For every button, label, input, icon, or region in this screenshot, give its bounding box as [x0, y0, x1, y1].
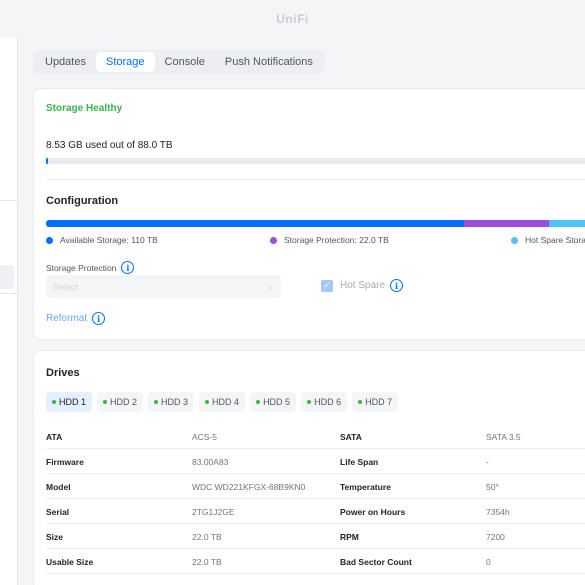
drive-tab-hdd-3[interactable]: HDD 3	[148, 392, 195, 412]
tab-console[interactable]: Console	[155, 52, 215, 72]
sidebar-divider	[0, 200, 18, 201]
legend-available-storage: Available Storage: 110 TB	[46, 235, 158, 245]
hot-spare-checkbox[interactable]: ✓	[321, 279, 333, 292]
info-icon[interactable]: i	[92, 312, 106, 325]
drive-detail-row: Serial 2TG1J2GE Power on Hours 7354h	[46, 499, 585, 524]
detail-key: ATA	[46, 432, 63, 442]
segment-available-storage	[46, 220, 464, 227]
drive-tab-label: HDD 3	[161, 397, 189, 407]
drive-tab-label: HDD 7	[365, 397, 393, 407]
status-dot-icon	[154, 400, 159, 404]
legend-dot-icon	[270, 236, 277, 244]
drive-tab-label: HDD 1	[59, 397, 87, 407]
detail-key: Life Span	[340, 457, 379, 467]
detail-value: -	[486, 457, 489, 467]
configuration-title: Configuration	[46, 195, 119, 207]
reformat-link: Reformat i	[46, 312, 106, 325]
brand-logo: UniFi	[276, 12, 309, 26]
storage-usage-fill	[46, 158, 48, 164]
sidebar-item-active[interactable]	[0, 265, 14, 289]
hot-spare-option: ✓ Hot Spare i	[321, 279, 404, 292]
detail-value: 0	[486, 557, 491, 567]
storage-usage-bar	[46, 158, 585, 164]
info-icon[interactable]: i	[121, 261, 135, 274]
legend-dot-icon	[511, 236, 518, 244]
drive-tab-label: HDD 5	[263, 397, 291, 407]
drive-tab-label: HDD 4	[212, 397, 240, 407]
legend-storage-protection: Storage Protection: 22.0 TB	[270, 235, 389, 245]
field-label: Storage Protection	[46, 262, 117, 273]
detail-key: SATA	[340, 432, 362, 442]
segment-hot-spare	[549, 220, 585, 227]
detail-value: WDC WD221KFGX-68B9KN0	[192, 482, 306, 492]
detail-value: 22.0 TB	[192, 532, 222, 542]
drive-tab-hdd-1[interactable]: HDD 1	[46, 392, 93, 412]
segment-storage-protection	[464, 220, 550, 227]
drive-tab-hdd-6[interactable]: HDD 6	[301, 392, 348, 412]
hot-spare-label: Hot Spare	[340, 280, 386, 291]
detail-key: Serial	[46, 507, 70, 517]
top-bar: UniFi	[0, 0, 585, 38]
status-dot-icon	[358, 400, 363, 404]
status-dot-icon	[52, 400, 56, 404]
detail-key: RPM	[340, 532, 359, 542]
tab-push-notifications[interactable]: Push Notifications	[215, 52, 323, 72]
detail-key: Firmware	[46, 457, 84, 467]
drive-detail-row: Size 22.0 TB RPM 7200	[46, 524, 585, 549]
detail-value: 7200	[486, 532, 505, 542]
detail-key: Model	[46, 482, 71, 492]
drive-tab-hdd-7[interactable]: HDD 7	[352, 392, 399, 412]
drive-tab-label: HDD 6	[314, 397, 342, 407]
sidebar-divider	[0, 293, 18, 294]
detail-value: ACS-5	[192, 432, 218, 442]
detail-value: 22.0 TB	[192, 557, 222, 567]
tab-updates[interactable]: Updates	[35, 52, 96, 72]
storage-card: Storage Healthy 8.53 GB used out of 88.0…	[33, 88, 585, 340]
divider	[46, 179, 585, 180]
drives-card: Drives HDD 1 HDD 2 HDD 3 HDD 4 HDD 5 HDD…	[33, 350, 585, 585]
legend-dot-icon	[46, 236, 53, 244]
drive-tab-hdd-4[interactable]: HDD 4	[199, 392, 246, 412]
tab-storage[interactable]: Storage	[95, 52, 155, 72]
status-dot-icon	[307, 400, 312, 404]
info-icon[interactable]: i	[390, 279, 404, 292]
detail-key: Power on Hours	[340, 507, 406, 517]
status-dot-icon	[103, 400, 108, 404]
legend-label: Available Storage: 110 TB	[60, 235, 158, 245]
drive-tab-label: HDD 2	[110, 397, 138, 407]
select-placeholder: Select	[53, 281, 79, 292]
drive-detail-row: Model WDC WD221KFGX-68B9KN0 Temperature …	[46, 474, 585, 499]
legend-label: Hot Spare Stora	[525, 235, 585, 245]
configuration-bar	[46, 220, 585, 227]
detail-key: Size	[46, 532, 64, 542]
detail-value: SATA 3.5	[486, 432, 521, 442]
drive-detail-row: Usable Size 22.0 TB Bad Sector Count 0	[46, 549, 585, 574]
detail-key: Bad Sector Count	[340, 557, 412, 567]
drives-title: Drives	[46, 367, 80, 379]
drive-detail-row: ATA ACS-5 SATA SATA 3.5	[46, 424, 585, 449]
drive-tab-hdd-5[interactable]: HDD 5	[250, 392, 297, 412]
storage-protection-label: Storage Protection i	[46, 261, 135, 274]
detail-value: 7354h	[486, 507, 510, 517]
storage-protection-select[interactable]: Select ⌄	[46, 275, 281, 298]
detail-value: 50°	[486, 482, 499, 492]
detail-value: 83.00A83	[192, 457, 229, 467]
legend-hot-spare: Hot Spare Stora	[511, 235, 585, 245]
settings-tabs: Updates Storage Console Push Notificatio…	[33, 50, 325, 74]
reformat-button[interactable]: Reformat	[46, 313, 87, 324]
drive-tab-hdd-2[interactable]: HDD 2	[97, 392, 144, 412]
status-dot-icon	[256, 400, 261, 404]
sidebar	[0, 38, 18, 585]
legend-label: Storage Protection: 22.0 TB	[284, 235, 389, 245]
storage-usage-text: 8.53 GB used out of 88.0 TB	[46, 140, 173, 151]
drive-tabs: HDD 1 HDD 2 HDD 3 HDD 4 HDD 5 HDD 6 HDD …	[46, 392, 403, 412]
status-dot-icon	[205, 400, 210, 404]
storage-status: Storage Healthy	[46, 103, 123, 114]
drive-detail-row: Firmware 83.00A83 Life Span -	[46, 449, 585, 474]
chevron-down-icon: ⌄	[267, 282, 274, 291]
detail-value: 2TG1J2GE	[192, 507, 235, 517]
detail-key: Temperature	[340, 482, 391, 492]
detail-key: Usable Size	[46, 557, 94, 567]
